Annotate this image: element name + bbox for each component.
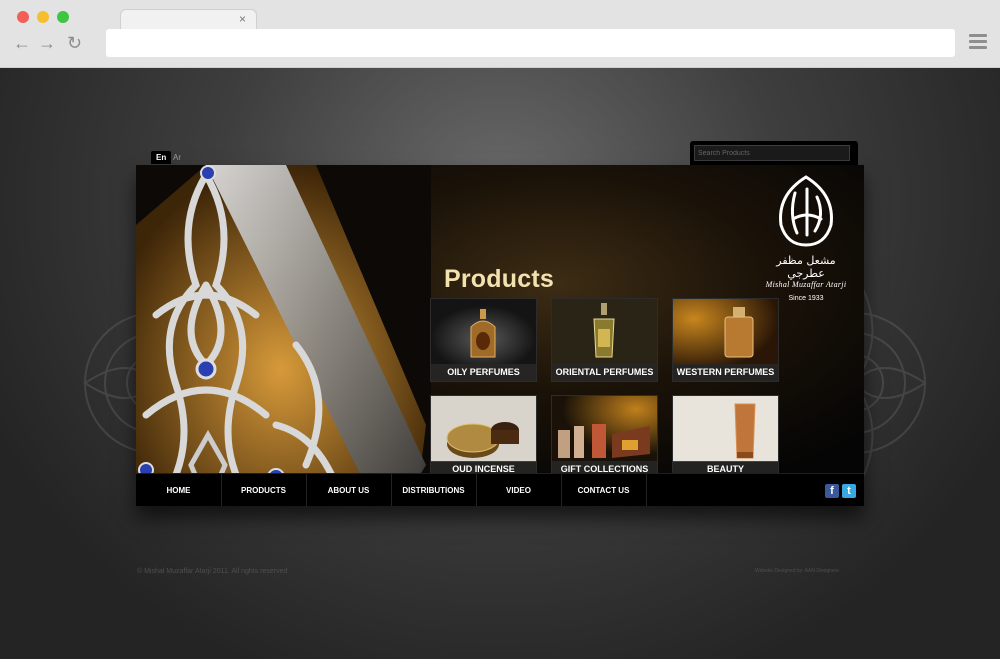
oily-perfume-bottle-icon <box>431 299 536 365</box>
product-tile-oily-perfumes[interactable]: OILY PERFUMES <box>430 298 537 382</box>
gift-box-icon <box>552 396 657 462</box>
oriental-perfume-bottle-icon <box>552 299 657 365</box>
back-arrow-icon[interactable]: ← <box>13 33 31 54</box>
search-input[interactable] <box>694 145 850 161</box>
nav-products[interactable]: PRODUCTS <box>221 474 307 506</box>
search-box <box>690 141 858 167</box>
main-panel: Products مشعل مظفر عطرجي Mishal Muzaffar… <box>136 165 864 506</box>
page-background: En Ar Search Products Products مشعل مظفر… <box>0 68 1000 659</box>
product-tile-western-perfumes[interactable]: WESTERN PERFUMES <box>672 298 779 382</box>
nav-about-us[interactable]: ABOUT US <box>306 474 392 506</box>
nav-home[interactable]: HOME <box>136 474 222 506</box>
minimize-window-button[interactable] <box>37 11 49 23</box>
nav-distributions[interactable]: DISTRIBUTIONS <box>391 474 477 506</box>
hamburger-menu-icon[interactable] <box>969 34 987 52</box>
address-bar[interactable] <box>106 29 955 57</box>
oud-incense-tin-icon <box>431 396 536 462</box>
page-title: Products <box>444 265 554 293</box>
twitter-icon[interactable]: t <box>842 484 856 498</box>
reload-icon[interactable]: ↻ <box>67 33 82 54</box>
main-navigation: HOME PRODUCTS ABOUT US DISTRIBUTIONS VID… <box>136 473 864 506</box>
browser-chrome: × ← → ↻ <box>0 0 1000 68</box>
product-tile-oriental-perfumes[interactable]: ORIENTAL PERFUMES <box>551 298 658 382</box>
lang-arabic-tab[interactable]: Ar <box>168 151 186 164</box>
logo-latin-text: Mishal Muzaffar Atarji <box>765 280 847 289</box>
hero-perfume-cap-image <box>136 165 431 506</box>
product-tile-beauty[interactable]: BEAUTY <box>672 395 779 479</box>
forward-arrow-icon[interactable]: → <box>38 33 56 54</box>
close-window-button[interactable] <box>17 11 29 23</box>
maximize-window-button[interactable] <box>57 11 69 23</box>
brand-logo[interactable]: مشعل مظفر عطرجي Mishal Muzaffar Atarji S… <box>756 175 856 302</box>
product-tile-gift-collections[interactable]: GIFT COLLECTIONS <box>551 395 658 479</box>
footer-designer-credit[interactable]: Website Designed by: AAN Designers <box>755 568 839 574</box>
logo-arabic-text: مشعل مظفر عطرجي <box>776 254 836 280</box>
browser-tab[interactable]: × <box>120 9 257 30</box>
product-tile-oud-incense[interactable]: OUD INCENSE <box>430 395 537 479</box>
facebook-icon[interactable]: f <box>825 484 839 498</box>
western-perfume-bottle-icon <box>673 299 778 365</box>
product-tile-label: WESTERN PERFUMES <box>673 364 778 381</box>
tab-close-icon[interactable]: × <box>239 12 246 26</box>
footer-copyright: © Mishal Muzaffar Atarji 2011. All right… <box>137 568 288 575</box>
beauty-tube-icon <box>673 396 778 462</box>
nav-video[interactable]: VIDEO <box>476 474 562 506</box>
product-tile-label: ORIENTAL PERFUMES <box>552 364 657 381</box>
nav-contact-us[interactable]: CONTACT US <box>561 474 647 506</box>
product-tile-label: OILY PERFUMES <box>431 364 536 381</box>
calligraphy-logo-icon <box>779 175 833 247</box>
